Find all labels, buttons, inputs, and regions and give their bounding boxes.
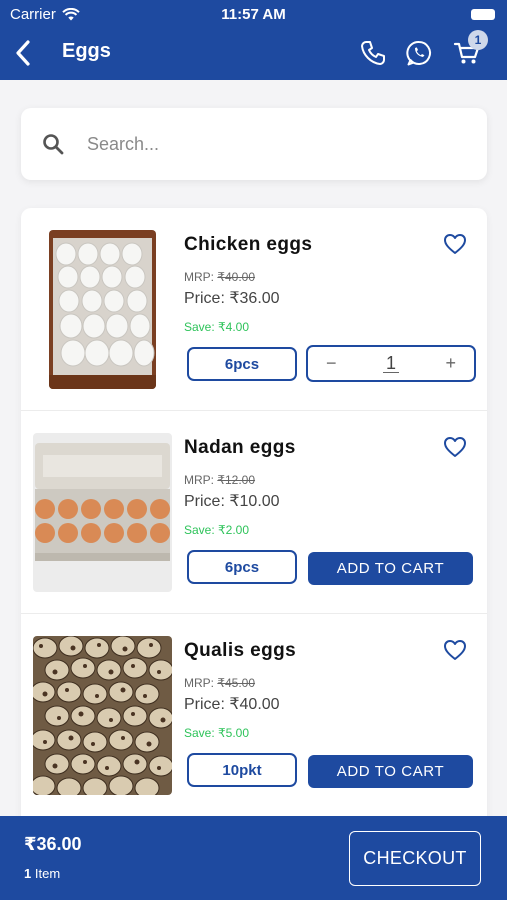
status-time: 11:57 AM [221,6,286,23]
mrp-label: MRP: [184,473,214,487]
product-image-chicken-eggs [49,230,156,389]
unit-selector[interactable]: 6pcs [187,347,297,381]
product-name: Chicken eggs [184,234,313,255]
product-list: Chicken eggs MRP: ₹40.00 Price: ₹36.00 S… [21,208,487,828]
product-mrp: MRP: ₹40.00 [184,270,255,284]
favorite-button[interactable] [441,230,469,258]
page-title: Eggs [62,40,111,62]
product-savings: Save: ₹2.00 [184,523,250,537]
unit-selector[interactable]: 6pcs [187,550,297,584]
checkout-bar: ₹36.00 1 Item CHECKOUT [0,816,507,900]
cart-total: ₹36.00 [24,834,82,854]
increment-button[interactable]: + [445,353,456,374]
mrp-value: ₹12.00 [217,473,256,487]
checkout-button[interactable]: CHECKOUT [349,831,481,886]
heart-icon [444,437,466,457]
product-card-qualis-eggs[interactable]: Qualis eggs MRP: ₹45.00 Price: ₹40.00 Sa… [21,614,487,817]
product-savings: Save: ₹5.00 [184,726,250,740]
app-header: Carrier 11:57 AM Eggs 1 [0,0,507,80]
product-price: Price: ₹40.00 [184,696,280,713]
status-bar: Carrier 11:57 AM [0,0,507,28]
item-count-label: Item [34,866,61,881]
quantity-value[interactable]: 1 [382,354,399,373]
favorite-button[interactable] [441,636,469,664]
whatsapp-button[interactable] [402,36,436,70]
product-card-nadan-eggs[interactable]: Nadan eggs MRP: ₹12.00 Price: ₹10.00 Sav… [21,411,487,614]
add-to-cart-button[interactable]: ADD TO CART [308,552,473,585]
product-name: Qualis eggs [184,640,297,661]
search-bar [21,108,487,180]
mrp-value: ₹45.00 [217,676,256,690]
product-image-qualis-eggs [33,636,172,795]
item-count-value: 1 [24,866,32,881]
product-mrp: MRP: ₹12.00 [184,473,255,487]
battery-icon [471,9,495,20]
cart-count-badge: 1 [468,30,488,50]
mrp-label: MRP: [184,270,214,284]
back-button[interactable] [8,36,38,70]
product-card-chicken-eggs[interactable]: Chicken eggs MRP: ₹40.00 Price: ₹36.00 S… [21,208,487,411]
product-image-nadan-eggs [33,433,172,592]
heart-icon [444,234,466,254]
product-mrp: MRP: ₹45.00 [184,676,255,690]
product-price: Price: ₹36.00 [184,290,280,307]
whatsapp-icon [406,40,431,66]
mrp-label: MRP: [184,676,214,690]
screen: Carrier 11:57 AM Eggs 1 Search... Chicke… [0,0,507,900]
mrp-value: ₹40.00 [217,270,256,284]
product-name: Nadan eggs [184,437,296,458]
product-price: Price: ₹10.00 [184,493,280,510]
search-icon [41,132,65,156]
heart-icon [444,640,466,660]
unit-selector[interactable]: 10pkt [187,753,297,787]
decrement-button[interactable]: − [326,353,337,374]
quantity-stepper: − 1 + [306,345,476,382]
product-savings: Save: ₹4.00 [184,320,250,334]
phone-icon [361,41,385,65]
search-input[interactable] [87,133,447,155]
call-button[interactable] [356,36,390,70]
add-to-cart-button[interactable]: ADD TO CART [308,755,473,788]
cart-item-count: 1 Item [24,866,60,881]
chevron-left-icon [16,40,30,66]
cart-button[interactable]: 1 [450,30,488,70]
nav-bar: Eggs 1 [0,30,507,78]
favorite-button[interactable] [441,433,469,461]
